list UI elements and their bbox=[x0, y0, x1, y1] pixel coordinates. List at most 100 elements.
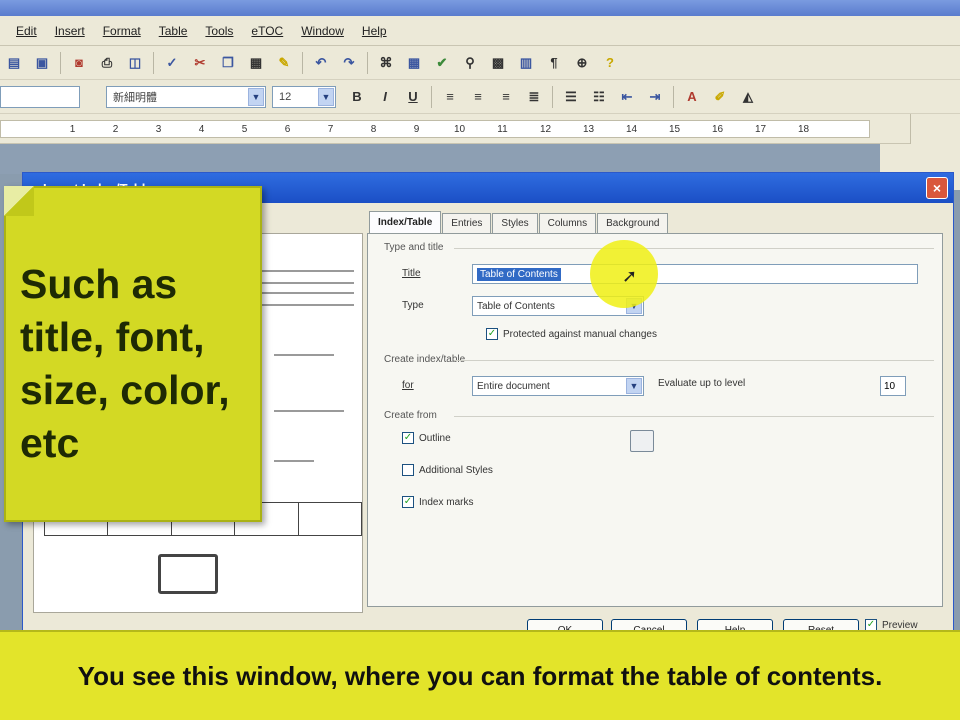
close-icon[interactable]: × bbox=[926, 177, 948, 199]
export-pdf-icon[interactable]: ◙ bbox=[70, 54, 88, 72]
table-icon[interactable]: ▦ bbox=[405, 54, 423, 72]
menu-tools[interactable]: Tools bbox=[205, 24, 233, 38]
menu-bar: Edit Insert Format Table Tools eTOC Wind… bbox=[0, 16, 960, 46]
help-icon[interactable]: ? bbox=[601, 54, 619, 72]
align-center-icon[interactable]: ≡ bbox=[469, 88, 487, 106]
new-icon[interactable]: ▤ bbox=[5, 54, 23, 72]
align-left-icon[interactable]: ≡ bbox=[441, 88, 459, 106]
checkbox-box[interactable]: ✓ bbox=[402, 432, 414, 444]
ruler-tick: 3 bbox=[155, 123, 162, 135]
data-sources-icon[interactable]: ▥ bbox=[517, 54, 535, 72]
chevron-down-icon[interactable]: ▼ bbox=[318, 87, 334, 106]
checkbox-box[interactable]: ✓ bbox=[402, 496, 414, 508]
ruler-tick: 8 bbox=[370, 123, 377, 135]
redo-icon[interactable]: ↷ bbox=[340, 54, 358, 72]
preview-table-cell bbox=[299, 503, 361, 535]
scope-select-value: Entire document bbox=[477, 380, 550, 392]
type-and-title-section: Type and title bbox=[384, 242, 939, 253]
ruler-tick: 18 bbox=[797, 123, 810, 135]
format-paintbrush-icon[interactable]: ✎ bbox=[275, 54, 293, 72]
increase-indent-icon[interactable]: ⇥ bbox=[646, 88, 664, 106]
find-icon[interactable]: ⚲ bbox=[461, 54, 479, 72]
assign-styles-button[interactable] bbox=[630, 430, 654, 452]
ruler-tick: 16 bbox=[711, 123, 724, 135]
additional-styles-label: Additional Styles bbox=[419, 464, 493, 476]
preview-line bbox=[274, 410, 344, 412]
title-input[interactable]: Table of Contents bbox=[472, 264, 918, 284]
level-spinner[interactable]: 10 bbox=[880, 376, 906, 396]
save-icon[interactable]: ▣ bbox=[33, 54, 51, 72]
additional-styles-checkbox[interactable]: Additional Styles bbox=[402, 464, 493, 476]
protected-label: Protected against manual changes bbox=[503, 328, 657, 340]
show-draw-icon[interactable]: ✔ bbox=[433, 54, 451, 72]
font-name-combo[interactable]: 新細明體 ▼ bbox=[106, 85, 266, 108]
numbering-icon[interactable]: ☰ bbox=[562, 88, 580, 106]
italic-icon[interactable]: I bbox=[376, 88, 394, 106]
decrease-indent-icon[interactable]: ⇤ bbox=[618, 88, 636, 106]
align-right-icon[interactable]: ≡ bbox=[497, 88, 515, 106]
undo-icon[interactable]: ↶ bbox=[312, 54, 330, 72]
index-marks-checkbox[interactable]: ✓ Index marks bbox=[402, 496, 473, 508]
tab-background[interactable]: Background bbox=[597, 213, 669, 233]
hyperlink-icon[interactable]: ⌘ bbox=[377, 54, 395, 72]
dialog-tabs: Index/Table Entries Styles Columns Backg… bbox=[369, 211, 669, 233]
caption-text: You see this window, where you can forma… bbox=[77, 661, 883, 691]
menu-edit[interactable]: Edit bbox=[16, 24, 37, 38]
justify-icon[interactable]: ≣ bbox=[525, 88, 543, 106]
menu-table[interactable]: Table bbox=[159, 24, 188, 38]
menu-insert[interactable]: Insert bbox=[55, 24, 85, 38]
copy-icon[interactable]: ❐ bbox=[219, 54, 237, 72]
background-color-icon[interactable]: ◭ bbox=[739, 88, 757, 106]
mouse-cursor-icon: ➚ bbox=[622, 266, 638, 286]
underline-icon[interactable]: U bbox=[404, 88, 422, 106]
nonprinting-chars-icon[interactable]: ¶ bbox=[545, 54, 563, 72]
print-preview-icon[interactable]: ◫ bbox=[126, 54, 144, 72]
tab-styles[interactable]: Styles bbox=[492, 213, 538, 233]
type-select-value: Table of Contents bbox=[477, 300, 555, 312]
scope-select[interactable]: Entire document ▼ bbox=[472, 376, 644, 396]
tab-index-table[interactable]: Index/Table bbox=[369, 211, 442, 233]
ruler-tick: 6 bbox=[284, 123, 291, 135]
callout-note: Such as title, font, size, color, etc bbox=[4, 186, 262, 522]
ruler-tick: 1 bbox=[69, 123, 76, 135]
font-color-icon[interactable]: A bbox=[683, 88, 701, 106]
menu-format[interactable]: Format bbox=[103, 24, 141, 38]
preview-label: Preview bbox=[882, 619, 918, 631]
ruler-strip: 1 2 3 4 5 6 7 8 9 10 11 12 13 14 15 16 1… bbox=[0, 120, 870, 138]
zoom-icon[interactable]: ⊕ bbox=[573, 54, 591, 72]
toolbar-separator bbox=[60, 51, 61, 74]
standard-toolbar: ▤ ▣ ◙ ⎙ ◫ ✓ ✂ ❐ ▦ ✎ ↶ ↷ ⌘ ▦ ✔ ⚲ ▩ ▥ ¶ ⊕ … bbox=[0, 46, 960, 80]
tab-entries[interactable]: Entries bbox=[442, 213, 492, 233]
print-icon[interactable]: ⎙ bbox=[98, 54, 116, 72]
spellcheck-icon[interactable]: ✓ bbox=[163, 54, 181, 72]
preview-image-icon bbox=[158, 554, 218, 594]
menu-window[interactable]: Window bbox=[301, 24, 344, 38]
index-marks-label: Index marks bbox=[419, 496, 474, 508]
ruler-tick: 4 bbox=[198, 123, 205, 135]
paragraph-style-combo[interactable] bbox=[0, 85, 80, 108]
bold-icon[interactable]: B bbox=[348, 88, 366, 106]
protected-checkbox[interactable]: ✓ Protected against manual changes bbox=[486, 328, 657, 340]
outline-label: Outline bbox=[419, 432, 451, 444]
ruler-tick: 17 bbox=[754, 123, 767, 135]
paste-icon[interactable]: ▦ bbox=[247, 54, 265, 72]
menu-etoc[interactable]: eTOC bbox=[251, 24, 283, 38]
ruler-tick: 5 bbox=[241, 123, 248, 135]
checkbox-box[interactable] bbox=[402, 464, 414, 476]
menu-help[interactable]: Help bbox=[362, 24, 387, 38]
ruler-tick: 15 bbox=[668, 123, 681, 135]
outline-checkbox[interactable]: ✓ Outline bbox=[402, 432, 451, 444]
cut-icon[interactable]: ✂ bbox=[191, 54, 209, 72]
gallery-icon[interactable]: ▩ bbox=[489, 54, 507, 72]
bullets-icon[interactable]: ☷ bbox=[590, 88, 608, 106]
highlight-icon[interactable]: ✐ bbox=[711, 88, 729, 106]
index-table-panel: Type and title Title Table of Contents T… bbox=[367, 233, 943, 607]
tab-columns[interactable]: Columns bbox=[538, 213, 597, 233]
font-size-combo[interactable]: 12 ▼ bbox=[272, 85, 336, 108]
tutorial-caption: You see this window, where you can forma… bbox=[0, 630, 960, 720]
for-label: for bbox=[402, 380, 414, 391]
checkbox-box[interactable]: ✓ bbox=[486, 328, 498, 340]
chevron-down-icon[interactable]: ▼ bbox=[626, 378, 642, 394]
chevron-down-icon[interactable]: ▼ bbox=[248, 87, 264, 106]
font-size-value: 12 bbox=[279, 90, 292, 103]
